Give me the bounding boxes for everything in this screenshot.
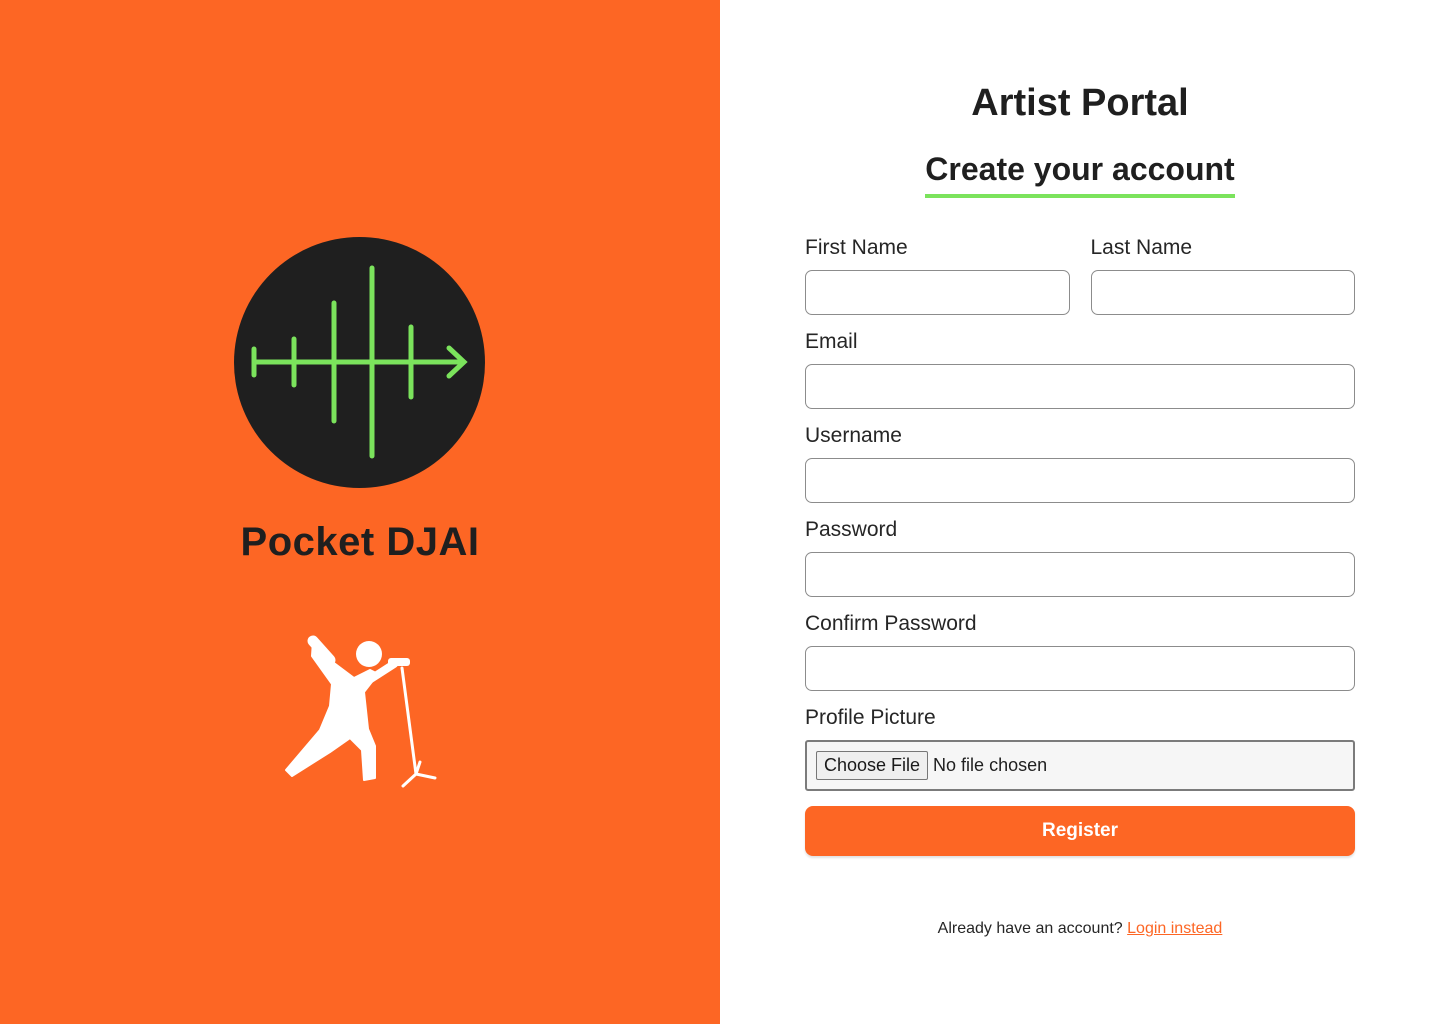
username-label: Username bbox=[805, 424, 902, 447]
last-name-field[interactable] bbox=[1090, 270, 1355, 315]
choose-file-button[interactable]: Choose File bbox=[816, 751, 929, 780]
profile-picture-label: Profile Picture bbox=[805, 706, 936, 729]
waveform-arrow-icon bbox=[234, 237, 485, 488]
form-subtitle: Create your account bbox=[925, 150, 1235, 198]
password-label: Password bbox=[805, 518, 898, 541]
username-field[interactable] bbox=[805, 458, 1355, 503]
subtitle-wrapper: Create your account bbox=[720, 150, 1440, 198]
first-name-group: First Name bbox=[805, 234, 1070, 315]
brand-name: Pocket DJAI bbox=[240, 520, 480, 564]
email-group: Email bbox=[805, 328, 1355, 409]
singer-with-microphone-icon bbox=[285, 635, 437, 788]
last-name-label: Last Name bbox=[1090, 236, 1193, 259]
name-row: First Name Last Name bbox=[805, 234, 1355, 315]
registration-form: First Name Last Name Email Username Pass… bbox=[805, 234, 1355, 856]
last-name-group: Last Name bbox=[1090, 234, 1355, 315]
login-instead-link[interactable]: Login instead bbox=[1127, 920, 1222, 937]
login-prompt: Already have an account? Login instead bbox=[720, 920, 1440, 938]
email-field[interactable] bbox=[805, 364, 1355, 409]
first-name-label: First Name bbox=[805, 236, 908, 259]
confirm-password-field[interactable] bbox=[805, 646, 1355, 691]
profile-picture-group: Profile Picture Choose File No file chos… bbox=[805, 704, 1355, 791]
username-group: Username bbox=[805, 422, 1355, 503]
brand-panel: Pocket DJAI bbox=[0, 0, 720, 1024]
password-field[interactable] bbox=[805, 552, 1355, 597]
email-label: Email bbox=[805, 330, 858, 353]
page: Pocket DJAI Artist Portal Create your ac… bbox=[0, 0, 1440, 1024]
file-status-text: No file chosen bbox=[933, 755, 1048, 775]
profile-picture-file-input[interactable]: Choose File No file chosen bbox=[805, 740, 1355, 791]
page-title: Artist Portal bbox=[971, 82, 1189, 124]
registration-panel: Artist Portal Create your account First … bbox=[720, 0, 1440, 1024]
confirm-password-group: Confirm Password bbox=[805, 610, 1355, 691]
login-prompt-text: Already have an account? bbox=[937, 920, 1123, 937]
first-name-field[interactable] bbox=[805, 270, 1070, 315]
confirm-password-label: Confirm Password bbox=[805, 612, 977, 635]
register-button[interactable]: Register bbox=[805, 806, 1355, 856]
password-group: Password bbox=[805, 516, 1355, 597]
